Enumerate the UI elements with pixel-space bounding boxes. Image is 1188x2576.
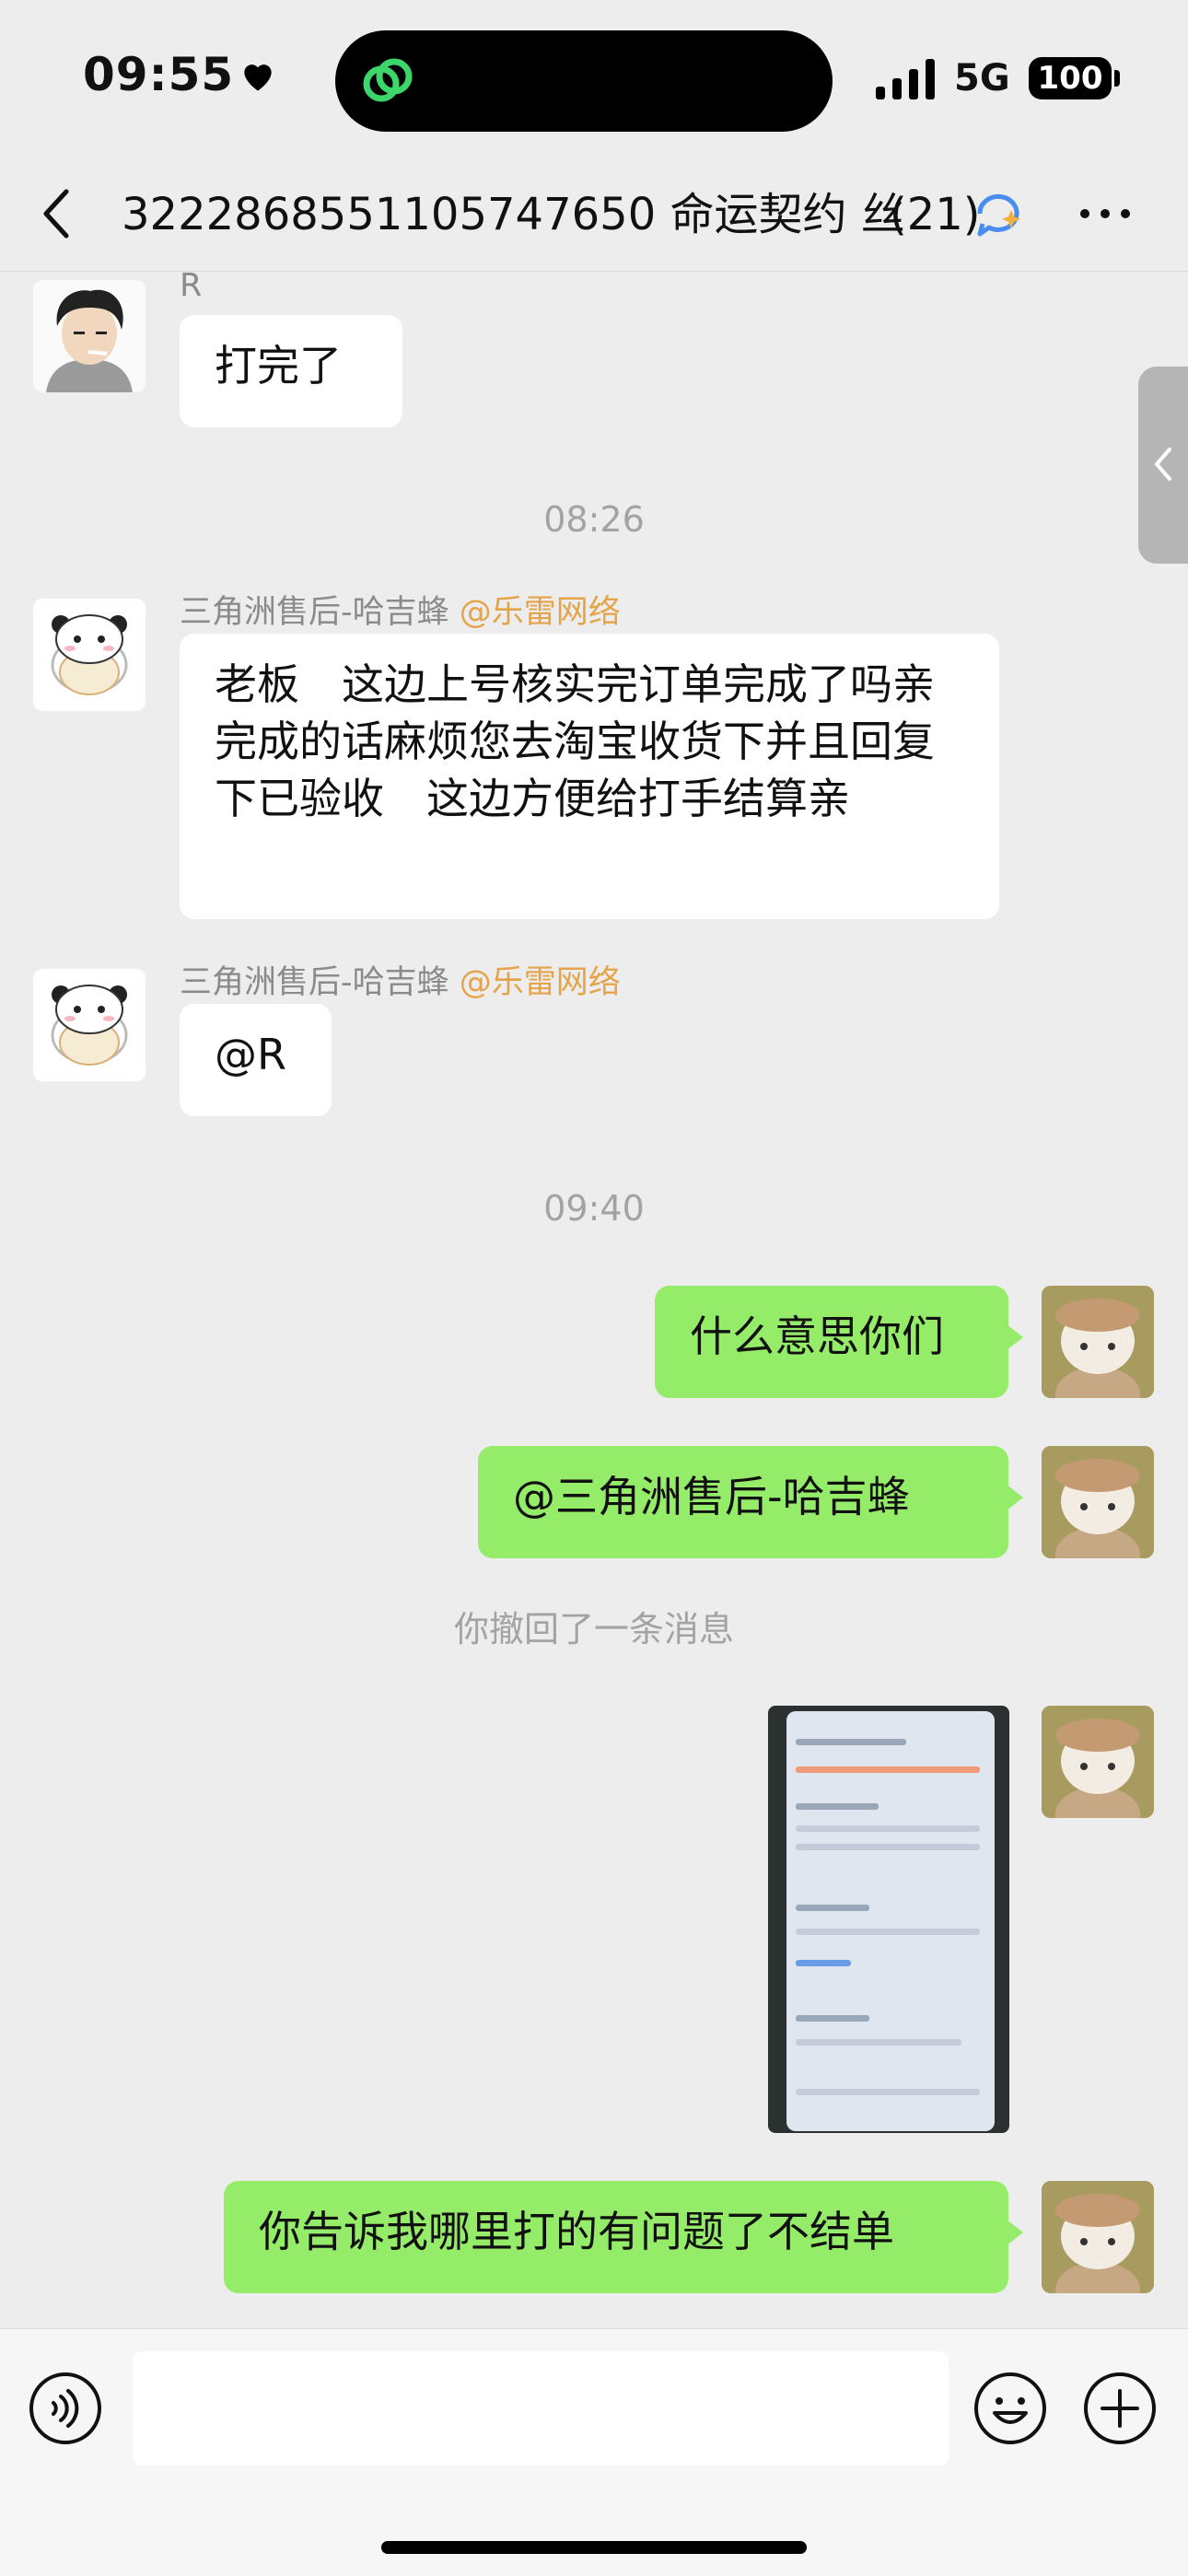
timestamp: 09:40	[543, 1188, 645, 1229]
image-message[interactable]	[768, 1706, 1009, 2133]
link-icon	[363, 58, 413, 102]
status-time: 09:55	[83, 48, 235, 101]
sender-name-text: 三角洲售后-哈吉蜂	[180, 594, 449, 631]
avatar[interactable]	[33, 280, 146, 392]
sender-name: R	[180, 267, 203, 304]
battery-icon: 100	[1029, 57, 1112, 99]
message-bubble-outgoing[interactable]: 什么意思你们	[655, 1286, 1023, 1398]
chat-title: 3222868551105747650 命运契约 丝	[122, 189, 905, 240]
chevron-left-icon	[1155, 448, 1171, 481]
back-icon[interactable]	[37, 184, 77, 243]
status-bar: 09:55 5G 100	[0, 0, 1188, 157]
more-icon[interactable]	[1077, 203, 1133, 225]
heart-icon	[244, 64, 272, 91]
message-input[interactable]	[133, 2351, 949, 2465]
network-label: 5G	[954, 57, 1010, 99]
battery-tip	[1114, 70, 1120, 87]
avatar[interactable]	[33, 969, 146, 1081]
avatar-self[interactable]	[1042, 1706, 1154, 1818]
org-mention[interactable]: @乐雷网络	[460, 594, 621, 631]
recall-notice: 你撤回了一条消息	[453, 1609, 734, 1649]
signal-icon	[876, 59, 935, 99]
home-indicator[interactable]	[381, 2541, 807, 2554]
avatar[interactable]	[33, 599, 146, 711]
member-count: (21)	[890, 189, 981, 240]
timestamp: 08:26	[543, 499, 645, 540]
message-bubble-outgoing[interactable]: 你告诉我哪里打的有问题了不结单	[224, 2181, 1023, 2293]
sender-name: 三角洲售后-哈吉蜂 @乐雷网络	[180, 956, 621, 1003]
org-mention[interactable]: @乐雷网络	[460, 964, 621, 1001]
sender-name: 三角洲售后-哈吉蜂 @乐雷网络	[180, 586, 621, 633]
avatar-self[interactable]	[1042, 2181, 1154, 2293]
message-bubble-outgoing[interactable]: @三角洲售后-哈吉蜂	[478, 1446, 1023, 1558]
plus-icon[interactable]	[1082, 2371, 1158, 2446]
input-bar	[0, 2328, 1188, 2576]
dynamic-island	[335, 30, 833, 132]
message-bubble[interactable]: 打完了	[180, 315, 402, 427]
avatar-self[interactable]	[1042, 1446, 1154, 1558]
image-thumbnail	[786, 1711, 995, 2131]
ai-chat-icon[interactable]	[974, 190, 1026, 239]
message-bubble[interactable]: 老板 这边上号核实完订单完成了吗亲 完成的话麻烦您去淘宝收货下并且回复下已验收 …	[180, 634, 999, 919]
avatar-self[interactable]	[1042, 1286, 1154, 1398]
chat-header: 3222868551105747650 命运契约 丝 (21)	[0, 157, 1188, 272]
voice-icon[interactable]	[28, 2371, 103, 2446]
message-bubble[interactable]: @R	[180, 1004, 332, 1116]
emoji-icon[interactable]	[973, 2371, 1048, 2446]
sender-name-text: 三角洲售后-哈吉蜂	[180, 964, 449, 1001]
